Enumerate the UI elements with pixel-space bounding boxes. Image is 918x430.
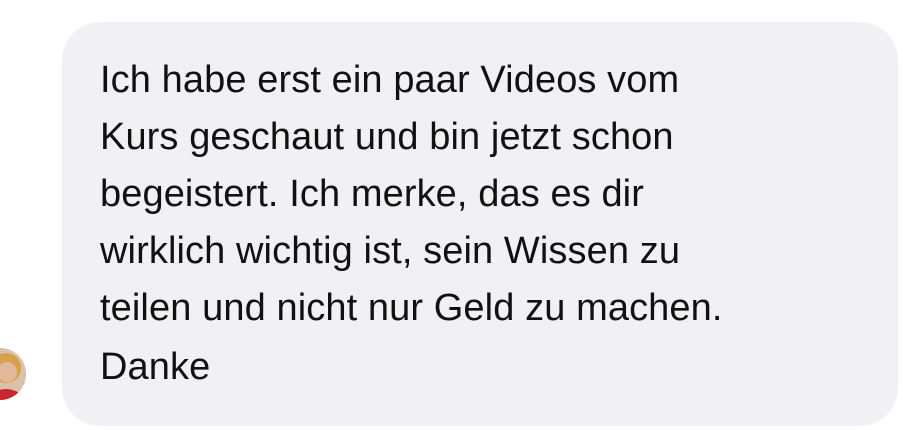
sender-avatar[interactable] [0,348,26,400]
message-bubble[interactable]: Ich habe erst ein paar Videos vom Kurs g… [62,22,898,426]
message-thread: Ich habe erst ein paar Videos vom Kurs g… [0,0,918,430]
user-avatar-icon [0,348,26,400]
message-text-line: begeistert. Ich merke, das es dir [100,173,644,215]
message-text-line: Kurs geschaut und bin jetzt schon [100,116,674,158]
message-signoff: Danke [100,346,211,388]
message-text-line: teilen und nicht nur Geld zu machen. [100,287,723,329]
message-text-line: Ich habe erst ein paar Videos vom [100,59,680,101]
message-text-line: wirklich wichtig ist, sein Wissen zu [100,230,681,272]
